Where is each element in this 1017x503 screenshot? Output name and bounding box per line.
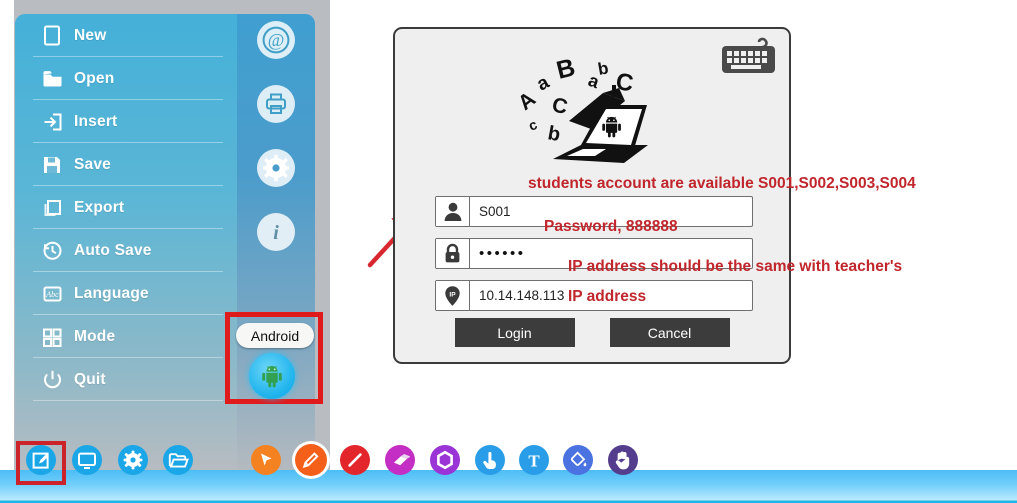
login-dialog: a A B C a b C c b S001 •••••• IP 10.14.1…	[393, 27, 791, 364]
sidebar-item-export[interactable]: Export	[15, 186, 237, 229]
file-icon	[41, 25, 63, 47]
svg-text:A: A	[514, 87, 540, 114]
sidebar-item-label: Auto Save	[74, 241, 152, 259]
svg-text:@: @	[268, 30, 285, 50]
open-folder-icon[interactable]	[163, 445, 193, 475]
cancel-button[interactable]: Cancel	[609, 318, 730, 347]
shape-icon[interactable]	[430, 445, 460, 475]
text-tool-icon[interactable]: T	[519, 445, 549, 475]
line-icon[interactable]	[340, 445, 370, 475]
copy-export-icon	[41, 197, 63, 219]
abc-board-icon: Abc	[41, 283, 63, 305]
grid-squares-icon	[41, 326, 63, 348]
svg-text:b: b	[596, 58, 610, 79]
sidebar-item-label: Quit	[74, 370, 106, 388]
menu-list: New Open Insert Save Export Auto Save Ab…	[15, 14, 237, 470]
svg-text:a: a	[533, 72, 553, 96]
sidebar-item-save[interactable]: Save	[15, 143, 237, 186]
sidebar-item-label: Mode	[74, 327, 116, 345]
desktop-backdrop-edge	[0, 0, 14, 470]
bottom-taskbar	[0, 470, 1017, 503]
android-tooltip: Android	[236, 323, 314, 348]
sidebar-item-label: Insert	[74, 112, 118, 130]
monitor-icon[interactable]	[72, 445, 102, 475]
svg-text:T: T	[528, 452, 540, 471]
lock-icon	[436, 239, 470, 268]
palm-hand-icon[interactable]	[608, 445, 638, 475]
floppy-disk-icon	[41, 154, 63, 176]
at-email-icon[interactable]: @	[257, 21, 295, 59]
sidebar-item-label: Open	[74, 69, 115, 87]
android-robot-icon	[262, 366, 282, 388]
annotation-password: Password, 888888	[544, 218, 678, 235]
sidebar-item-insert[interactable]: Insert	[15, 100, 237, 143]
android-callout: Android	[225, 312, 323, 404]
power-icon	[41, 369, 63, 391]
eraser-icon[interactable]	[385, 445, 415, 475]
sidebar-item-language[interactable]: Abc Language	[15, 272, 237, 315]
pencil-icon[interactable]	[295, 444, 327, 476]
sidebar-item-quit[interactable]: Quit	[15, 358, 237, 401]
login-button[interactable]: Login	[454, 318, 575, 347]
svg-text:b: b	[546, 122, 562, 146]
folder-icon	[41, 68, 63, 90]
paint-bucket-icon[interactable]	[563, 445, 593, 475]
insert-arrow-icon	[41, 111, 63, 133]
dialog-hero-illustration: a A B C a b C c b	[395, 47, 789, 175]
sidebar-item-label: Language	[74, 284, 149, 302]
annotation-ip-line2: IP address	[568, 288, 647, 305]
annotation-account: students account are available S001,S002…	[528, 175, 916, 192]
svg-text:c: c	[526, 116, 539, 134]
svg-text:C: C	[550, 93, 570, 119]
sidebar-item-open[interactable]: Open	[15, 57, 237, 100]
annotation-ip-line1: IP address should be the same with teach…	[568, 258, 903, 275]
pointing-hand-icon[interactable]	[475, 445, 505, 475]
gear-icon[interactable]	[257, 149, 295, 187]
svg-text:IP: IP	[449, 291, 456, 298]
android-button[interactable]	[249, 353, 295, 399]
selected-tool-highlight	[16, 441, 66, 485]
android-tooltip-label: Android	[250, 327, 300, 344]
app-root: New Open Insert Save Export Auto Save Ab…	[0, 0, 1017, 503]
ip-pin-icon: IP	[436, 281, 470, 310]
sidebar-item-label: Export	[74, 198, 125, 216]
laptop-graduation-android-icon: a A B C a b C c b	[514, 53, 648, 163]
sidebar-item-label: Save	[74, 155, 111, 173]
sidebar-item-mode[interactable]: Mode	[15, 315, 237, 358]
cursor-arrow-icon[interactable]	[251, 445, 281, 475]
sidebar-item-label: New	[74, 26, 107, 44]
clock-rotate-icon	[41, 240, 63, 262]
person-icon	[436, 197, 470, 226]
gear-icon[interactable]	[118, 445, 148, 475]
dialog-button-row: Login Cancel	[395, 318, 789, 347]
sidebar-item-auto-save[interactable]: Auto Save	[15, 229, 237, 272]
sidebar-item-new[interactable]: New	[15, 14, 237, 57]
printer-icon[interactable]	[257, 85, 295, 123]
svg-text:i: i	[273, 222, 279, 244]
svg-text:B: B	[554, 53, 578, 85]
info-icon[interactable]: i	[257, 213, 295, 251]
svg-text:Abc: Abc	[45, 290, 59, 299]
